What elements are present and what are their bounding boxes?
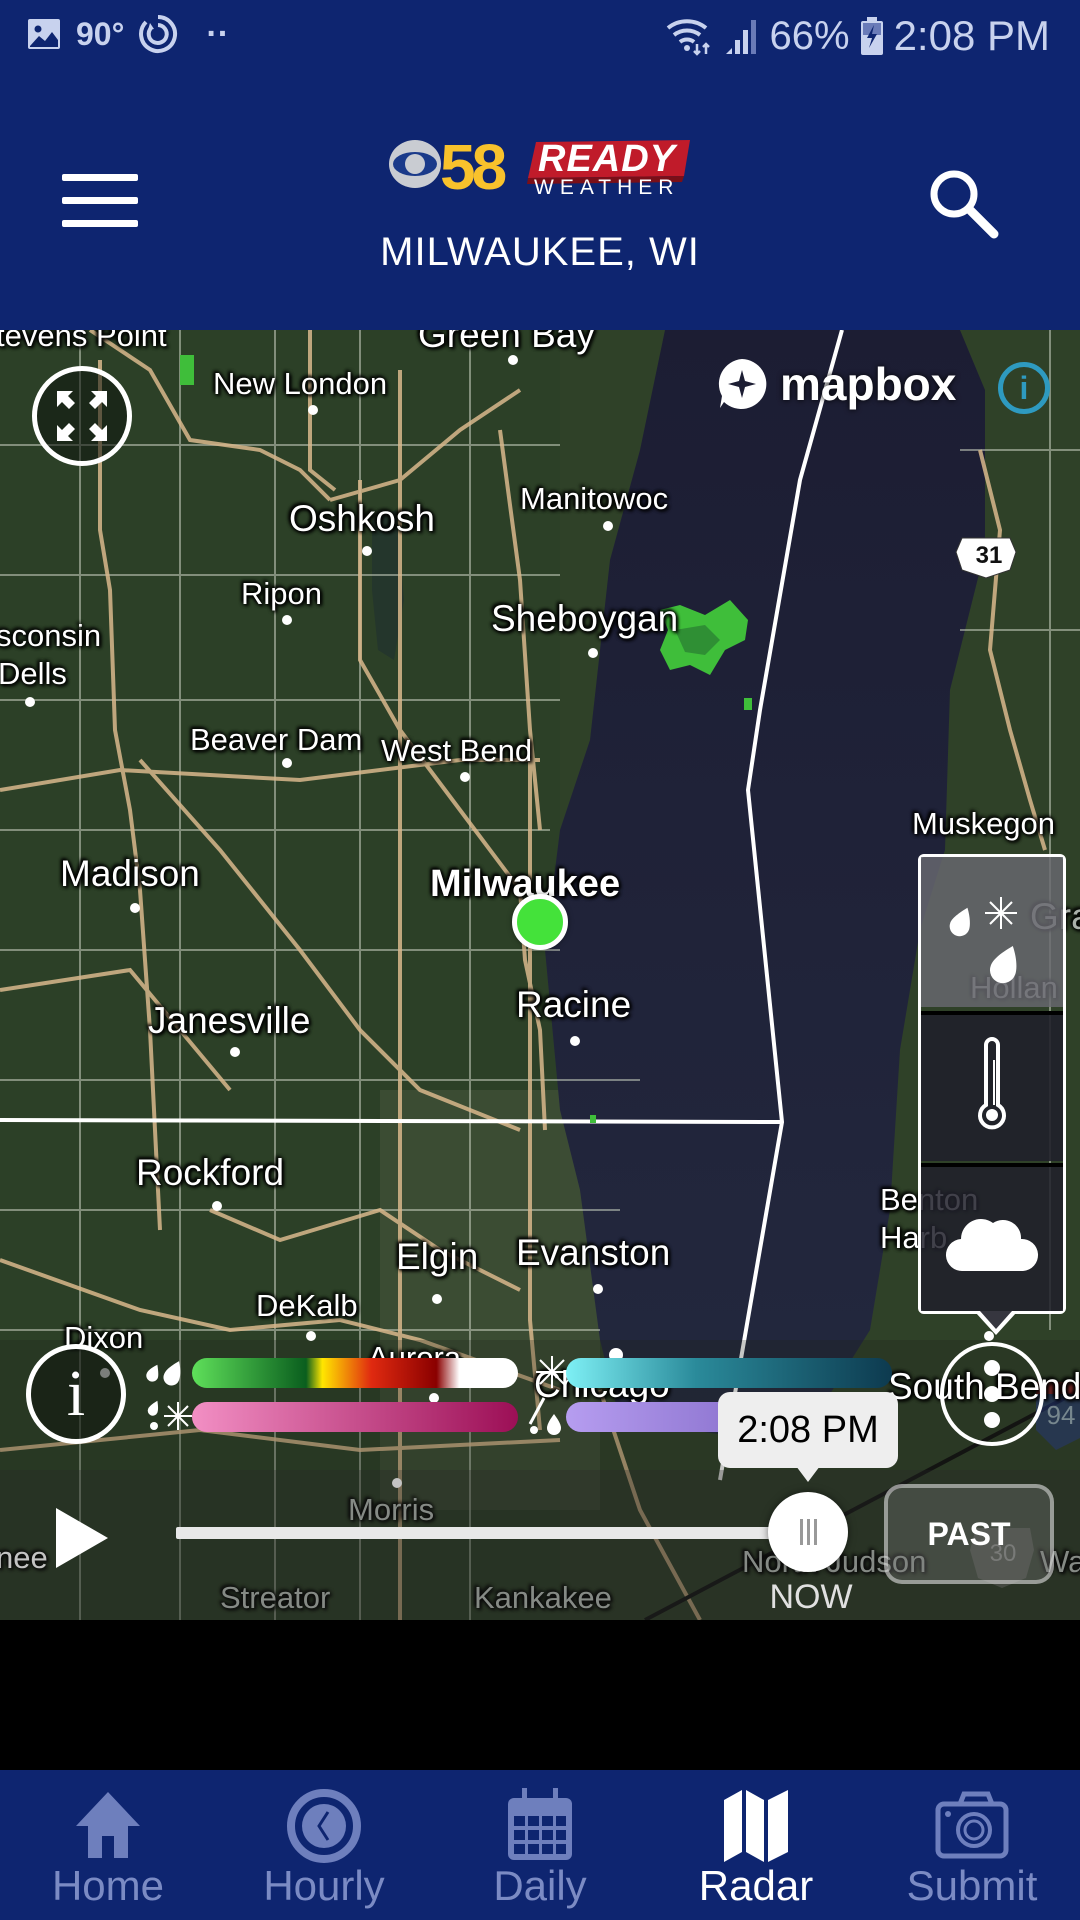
current-time-tooltip: 2:08 PM [718, 1392, 898, 1482]
menu-icon-bar [62, 220, 138, 227]
mapbox-attribution: mapbox [714, 356, 956, 412]
wifi-icon [666, 19, 710, 56]
info-icon: i [66, 1357, 86, 1430]
city-label: Ripon [241, 576, 322, 611]
layer-temperature[interactable] [921, 1011, 1063, 1161]
layer-clouds[interactable] [921, 1163, 1063, 1311]
gallery-icon [28, 19, 60, 49]
fullscreen-button[interactable] [32, 366, 132, 466]
mixed-precipitation-icon [147, 1400, 192, 1430]
app-header: 58 READY WEATHER MILWAUKEE, WI [0, 80, 1080, 330]
tab-label: Home [51, 1862, 165, 1909]
tab-radar[interactable]: Radar [648, 1770, 864, 1920]
city-label: Beaver Dam [190, 722, 363, 757]
highway-shield-31-label: 31 [975, 542, 1003, 569]
weather-temperature: 90° [76, 15, 125, 52]
search-icon [930, 170, 999, 239]
cbs58-ready-weather-logo: 58 READY WEATHER [388, 131, 692, 203]
city-label: Elgin [396, 1236, 479, 1277]
grip-line [799, 1519, 803, 1545]
state-border-wi-il [0, 1118, 783, 1124]
precipitation-icon [949, 897, 1017, 984]
tab-label: Hourly [263, 1862, 385, 1909]
timeline-slider-track[interactable] [176, 1527, 782, 1539]
sync-icon [139, 15, 178, 53]
radar-map[interactable]: tevens Point Green Bay New London Oshkos… [0, 330, 1080, 1620]
legend-rain-scale [192, 1358, 518, 1388]
city-label: West Bend [381, 733, 533, 768]
city-label: Muskegon [912, 806, 1056, 841]
tab-daily[interactable]: Daily [432, 1770, 648, 1920]
city-label: Sheboygan [491, 598, 679, 639]
tab-label: Radar [698, 1862, 814, 1909]
timeline-slider-thumb[interactable] [768, 1492, 848, 1572]
status-bar: 90° ·· 66% 2:08 PM [0, 0, 1080, 80]
city-label: Rockford [136, 1152, 285, 1193]
snow-icon [536, 1356, 568, 1388]
menu-button[interactable] [62, 174, 138, 228]
calendar-icon [508, 1788, 572, 1860]
city-label: Evanston [516, 1232, 671, 1273]
legend-snow-scale [566, 1358, 892, 1388]
overflow-notifications: ·· [206, 14, 230, 53]
home-icon [76, 1792, 140, 1858]
clock-icon [287, 1789, 361, 1863]
signal-icon [725, 20, 756, 54]
city-label: Green Bay [418, 330, 595, 355]
now-label: NOW [769, 1578, 853, 1616]
legend-info-button[interactable]: i [26, 1344, 126, 1444]
grip-line [813, 1519, 817, 1545]
mapbox-logo-icon [718, 359, 767, 409]
camera-icon [935, 1791, 1009, 1859]
city-label: Oshkosh [289, 498, 436, 539]
tab-label: Submit [906, 1862, 1038, 1909]
location-title: MILWAUKEE, WI [380, 230, 700, 274]
city-label: tevens Point [0, 330, 167, 353]
tab-submit[interactable]: Submit [864, 1770, 1080, 1920]
city-label: New London [213, 366, 388, 401]
battery-charging-icon [860, 17, 883, 55]
past-button[interactable]: PAST [884, 1484, 1054, 1584]
menu-icon-bar [62, 197, 138, 204]
city-label: Janesville [148, 1000, 311, 1041]
ad-placeholder [0, 1620, 1080, 1770]
menu-icon-bar [62, 174, 138, 181]
map-icon [724, 1790, 788, 1862]
tab-home[interactable]: Home [0, 1770, 216, 1920]
tab-hourly[interactable]: Hourly [216, 1770, 432, 1920]
play-button[interactable] [54, 1506, 110, 1570]
attribution-info-button[interactable]: i [998, 362, 1050, 414]
layer-panel-pointer [980, 1311, 1012, 1329]
rain-icon [146, 1361, 181, 1386]
search-button[interactable] [924, 164, 1004, 244]
cloud-icon [945, 1219, 1039, 1272]
logo-ready: READY [538, 138, 677, 180]
city-label: Dells [0, 656, 67, 691]
clock: 2:08 PM [893, 12, 1050, 59]
bottom-navigation: Home Hourly Daily Radar Submit [0, 1770, 1080, 1920]
city-label: sconsin [0, 618, 102, 653]
mapbox-wordmark: mapbox [780, 358, 957, 410]
city-label: Madison [60, 853, 200, 894]
layer-precipitation[interactable] [921, 857, 1063, 1007]
map-options-button[interactable] [940, 1342, 1044, 1446]
ice-icon [528, 1397, 561, 1435]
vertical-dots-icon [984, 1360, 1000, 1428]
battery-percent: 66% [769, 13, 850, 58]
city-label: DeKalb [256, 1288, 358, 1323]
logo-number: 58 [440, 131, 507, 203]
logo-weather: WEATHER [534, 176, 680, 199]
expand-icon [57, 391, 107, 441]
layer-selector [918, 854, 1066, 1335]
city-label: Manitowoc [520, 481, 669, 516]
user-location-marker[interactable] [512, 894, 568, 950]
thermometer-icon [978, 1037, 1006, 1130]
tab-label: Daily [493, 1862, 587, 1909]
city-label: Racine [516, 984, 632, 1025]
grip-line [806, 1519, 810, 1545]
legend-mix-scale [192, 1402, 518, 1432]
